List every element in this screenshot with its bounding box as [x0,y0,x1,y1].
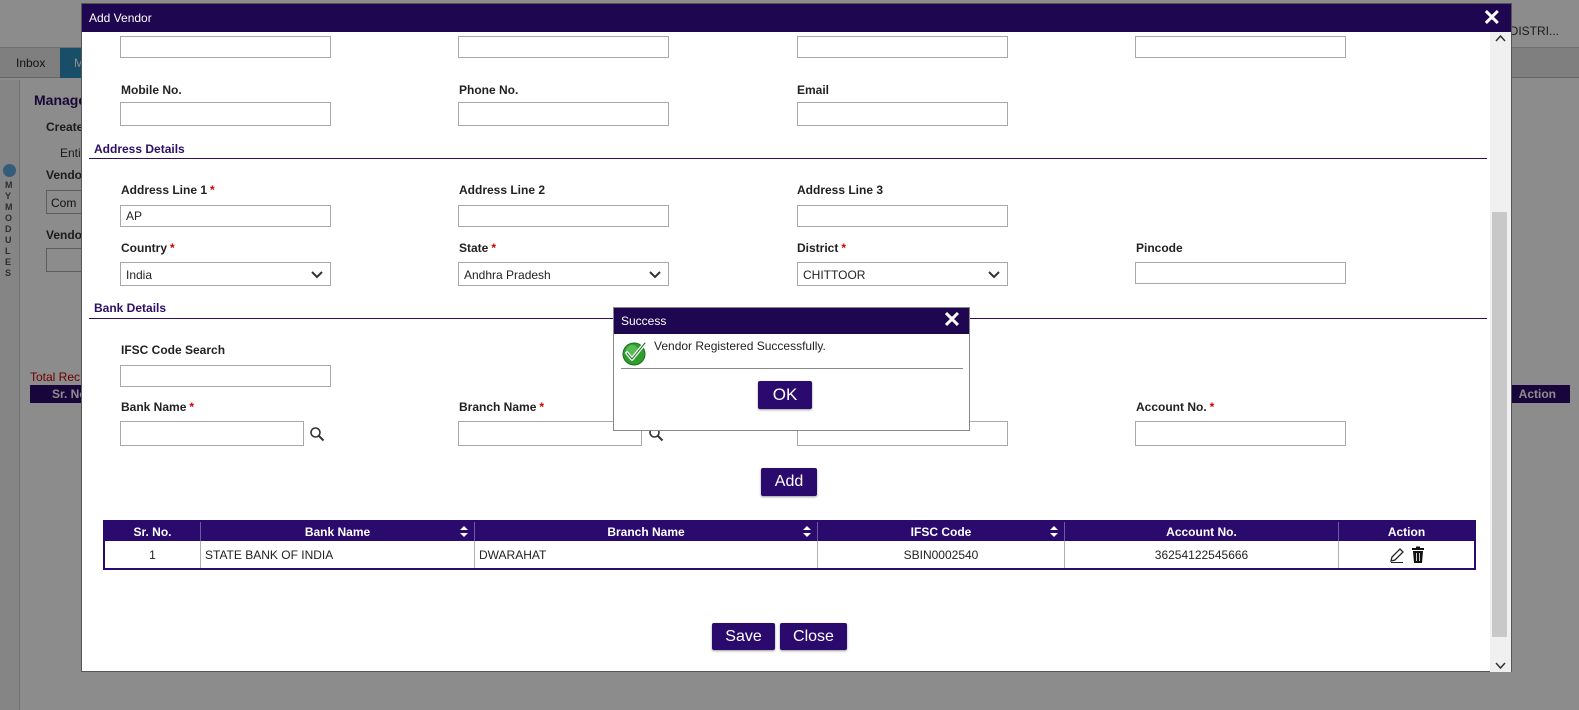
edit-icon[interactable] [1388,546,1406,564]
delete-icon[interactable] [1410,546,1426,564]
save-button[interactable]: Save [712,623,775,650]
account-no-label-text: Account No. [1136,400,1207,414]
top-field-3[interactable] [797,36,1008,58]
bank-name-label-text: Bank Name [121,400,187,414]
success-popup: Success ✕ Vendor Registered Successfully… [613,307,970,431]
state-select-value: Andhra Pradesh [464,268,551,282]
pincode-label: Pincode [1136,241,1183,255]
table-header: Sr. No. Bank Name Branch Name IFSC Code … [105,522,1474,541]
header-action: Action [1339,522,1474,541]
header-bank-name-text: Bank Name [304,524,371,539]
top-field-4[interactable] [1135,36,1346,58]
scroll-down-icon[interactable] [1495,662,1506,670]
header-bank-name[interactable]: Bank Name [201,522,475,541]
sort-icon [803,526,811,537]
required-mark: * [170,241,175,255]
district-label: District * [797,241,846,255]
required-mark: * [539,400,545,414]
header-account-no-text: Account No. [1166,524,1237,539]
address-line1-input[interactable] [120,205,331,227]
address-line3-label: Address Line 3 [797,183,884,197]
ifsc-search-input[interactable] [120,365,331,387]
pincode-input[interactable] [1135,262,1346,284]
bank-section-title: Bank Details [94,301,167,315]
required-mark: * [491,241,497,255]
address-section-divider [89,158,1487,159]
state-select[interactable]: Andhra Pradesh [458,262,669,286]
table-row: 1 STATE BANK OF INDIA DWARAHAT SBIN00025… [105,541,1474,568]
address-line1-label-text: Address Line 1 [121,183,208,197]
cell-action [1339,541,1474,568]
header-ifsc-code-text: IFSC Code [910,524,972,539]
bank-details-table: Sr. No. Bank Name Branch Name IFSC Code … [103,520,1476,570]
dialog-scrollbar[interactable] [1490,32,1511,672]
address-section-title: Address Details [94,142,185,156]
scrollbar-thumb[interactable] [1492,212,1507,637]
account-no-label: Account No. * [1136,400,1214,414]
sort-icon [1050,526,1058,537]
phone-label: Phone No. [459,83,519,97]
account-no-input[interactable] [1135,421,1346,446]
required-mark: * [841,241,847,255]
branch-name-label-text: Branch Name [459,400,537,414]
mobile-label: Mobile No. [121,83,182,97]
cell-bank-name: STATE BANK OF INDIA [201,541,475,568]
popup-titlebar: Success ✕ [614,308,969,334]
dialog-title: Add Vendor [89,11,152,25]
top-field-1[interactable] [120,36,331,58]
scroll-up-icon[interactable] [1495,34,1506,42]
ifsc-search-label: IFSC Code Search [121,343,226,357]
email-input[interactable] [797,102,1008,126]
required-mark: * [1209,400,1215,414]
header-sr-no-text: Sr. No. [133,524,172,539]
header-branch-name-text: Branch Name [607,524,685,539]
chevron-down-icon [649,271,661,279]
district-label-text: District [797,241,839,255]
district-select-value: CHITTOOR [803,268,866,282]
header-account-no[interactable]: Account No. [1065,522,1339,541]
country-select-value: India [126,268,153,282]
dialog-titlebar: Add Vendor ✕ [82,4,1511,32]
popup-divider [621,368,963,369]
close-icon[interactable]: ✕ [942,309,962,331]
cell-sr-no: 1 [105,541,201,568]
state-label: State * [459,241,496,255]
required-mark: * [189,400,195,414]
address-line1-label: Address Line 1 * [121,183,215,197]
close-icon[interactable]: ✕ [1483,7,1501,29]
popup-message: Vendor Registered Successfully. [654,339,826,353]
header-ifsc-code[interactable]: IFSC Code [818,522,1065,541]
email-label: Email [797,83,830,97]
country-label-text: Country [121,241,167,255]
header-branch-name[interactable]: Branch Name [475,522,818,541]
close-button[interactable]: Close [780,623,847,650]
branch-name-label: Branch Name * [459,400,544,414]
search-icon[interactable] [309,426,325,442]
header-sr-no[interactable]: Sr. No. [105,522,201,541]
popup-title: Success [621,314,667,328]
country-label: Country * [121,241,175,255]
bank-name-input[interactable] [120,421,304,446]
district-select[interactable]: CHITTOOR [797,262,1008,286]
header-action-text: Action [1387,524,1426,539]
country-select[interactable]: India [120,262,331,286]
cell-account-no: 36254122545666 [1065,541,1339,568]
mobile-input[interactable] [120,102,331,126]
top-field-2[interactable] [458,36,669,58]
address-line3-input[interactable] [797,205,1008,227]
chevron-down-icon [311,271,323,279]
success-check-icon [622,341,647,366]
ok-button[interactable]: OK [758,381,812,409]
cell-branch-name: DWARAHAT [475,541,818,568]
phone-input[interactable] [458,102,669,126]
sort-icon [460,526,468,537]
state-label-text: State [459,241,489,255]
cell-ifsc-code: SBIN0002540 [818,541,1065,568]
required-mark: * [210,183,215,197]
add-bank-button[interactable]: Add [761,468,817,496]
address-line2-input[interactable] [458,205,669,227]
address-line2-label: Address Line 2 [459,183,546,197]
bank-name-label: Bank Name * [121,400,194,414]
chevron-down-icon [988,271,1000,279]
